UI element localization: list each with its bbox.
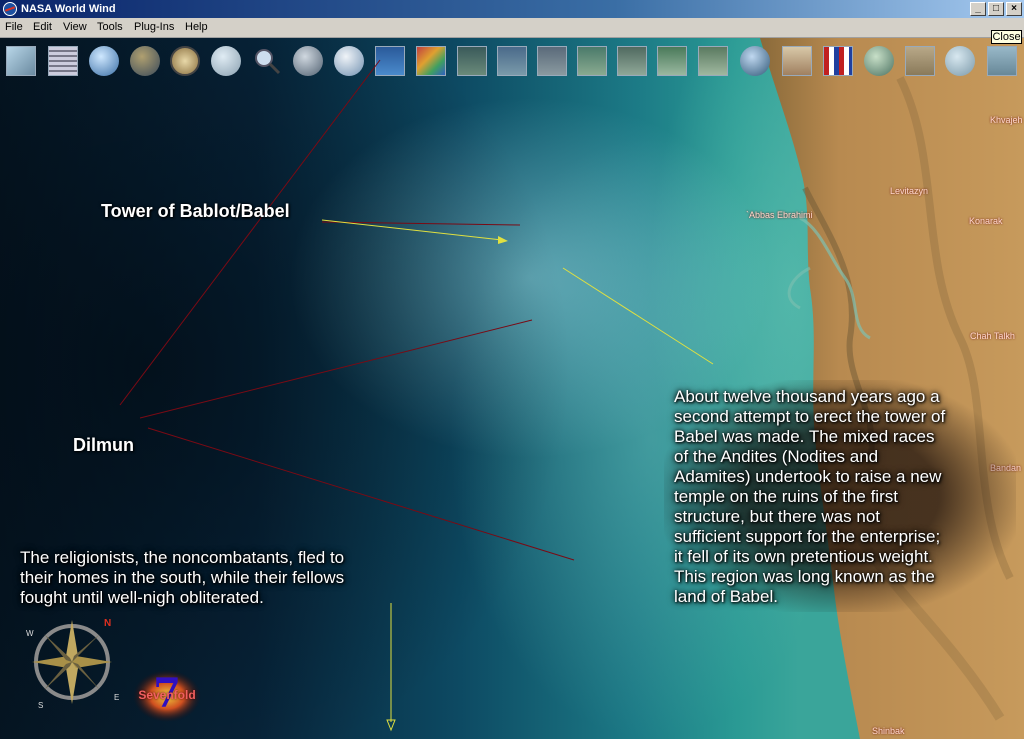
text-line: Babel was made. The mixed races (674, 427, 935, 446)
tower-label: Tower of Bablot/Babel (101, 201, 290, 221)
text-line: second attempt to erect the tower of (674, 407, 946, 426)
dilmun-line (119, 59, 381, 406)
text-line: their homes in the south, while their fe… (20, 568, 345, 587)
text-line: structure, but there was not (674, 507, 880, 526)
text-line: of the Andites (Nodites and (674, 447, 879, 466)
text-line: fought until well-nigh obliterated. (20, 588, 264, 607)
sevenfold-label: Sevenfold (138, 688, 196, 702)
dilmun-line (147, 427, 575, 561)
text-line: it fell of its own pretentious weight. (674, 547, 933, 566)
text-line: temple on the ruins of the first (674, 487, 898, 506)
annotation-lines (119, 59, 714, 732)
right-annotation-text: About twelve thousand years ago a second… (674, 387, 1019, 607)
text-line: About twelve thousand years ago a (674, 387, 940, 406)
text-line: Adamites) undertook to raise a new (674, 467, 942, 486)
compass-east-letter: E (114, 693, 119, 702)
dilmun-line (139, 319, 533, 419)
compass-south-letter: S (38, 701, 43, 710)
dilmun-label: Dilmun (73, 435, 134, 455)
arrowhead-icon (498, 236, 508, 244)
compass-rose-icon[interactable]: N E S W (24, 612, 124, 712)
text-line: sufficient support for the enterprise; (674, 527, 941, 546)
babel-pointer-line (562, 267, 714, 365)
text-line: The religionists, the noncombatants, fle… (20, 548, 345, 567)
compass-west-letter: W (26, 629, 34, 638)
compass-north-letter: N (104, 618, 111, 629)
text-line: land of Babel. (674, 587, 778, 606)
left-annotation-text: The religionists, the noncombatants, fle… (20, 548, 400, 608)
text-line: This region was long known as the (674, 567, 935, 586)
